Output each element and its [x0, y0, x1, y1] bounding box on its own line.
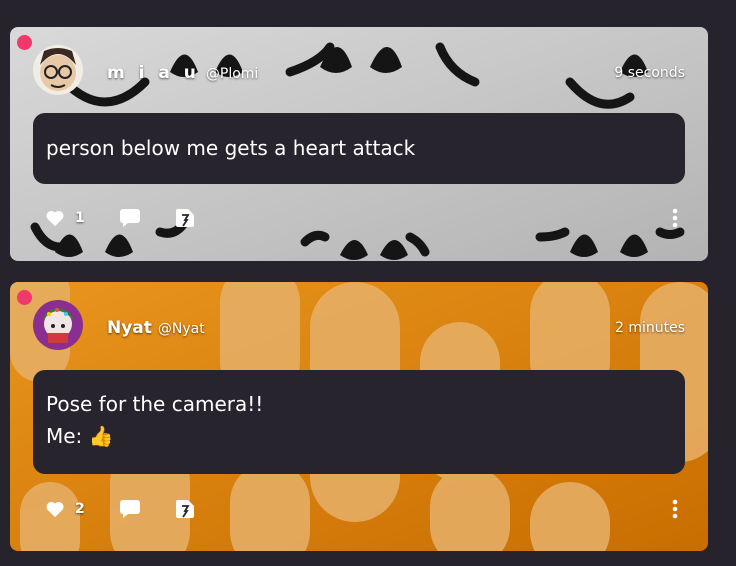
user-handle[interactable]: @Nyat	[158, 321, 205, 337]
avatar[interactable]	[33, 45, 83, 95]
comment-button[interactable]	[119, 208, 141, 228]
post-text-bubble: person below me gets a heart attack	[33, 113, 685, 184]
share-icon	[175, 209, 194, 227]
post-text-line: Pose for the camera!!	[46, 392, 264, 416]
more-options-button[interactable]	[672, 499, 678, 519]
like-button[interactable]: 2	[45, 500, 85, 518]
like-count: 1	[75, 210, 85, 226]
kebab-menu-icon	[672, 499, 678, 519]
post-timestamp: 9 seconds	[614, 65, 685, 81]
post-card[interactable]: Nyat @Nyat 2 minutes Pose for the camera…	[10, 282, 708, 551]
display-name[interactable]: Nyat	[107, 318, 152, 338]
share-button[interactable]	[174, 498, 196, 520]
avatar[interactable]	[33, 300, 83, 350]
like-count: 2	[75, 501, 85, 517]
post-actions: 2	[45, 497, 678, 521]
user-handle[interactable]: @Plomi	[206, 66, 258, 82]
post-text-line: person below me gets a heart attack	[46, 136, 416, 160]
speech-bubble-icon	[119, 500, 140, 518]
kebab-menu-icon	[672, 208, 678, 228]
post-text-bubble: Pose for the camera!! Me: 👍	[33, 370, 685, 474]
comment-button[interactable]	[119, 499, 141, 519]
post-actions: 1	[45, 206, 678, 230]
post-text-line: Me: 👍	[46, 424, 114, 448]
heart-icon	[46, 210, 64, 227]
share-button[interactable]	[174, 207, 196, 229]
online-status-dot	[17, 290, 32, 305]
heart-icon	[46, 501, 64, 518]
post-timestamp: 2 minutes	[614, 320, 685, 336]
share-icon	[175, 500, 194, 518]
online-status-dot	[17, 35, 32, 50]
speech-bubble-icon	[119, 209, 140, 227]
like-button[interactable]: 1	[45, 209, 85, 227]
display-name[interactable]: m i a u	[107, 63, 200, 83]
more-options-button[interactable]	[672, 208, 678, 228]
post-card[interactable]: m i a u @Plomi 9 seconds person below me…	[10, 27, 708, 261]
